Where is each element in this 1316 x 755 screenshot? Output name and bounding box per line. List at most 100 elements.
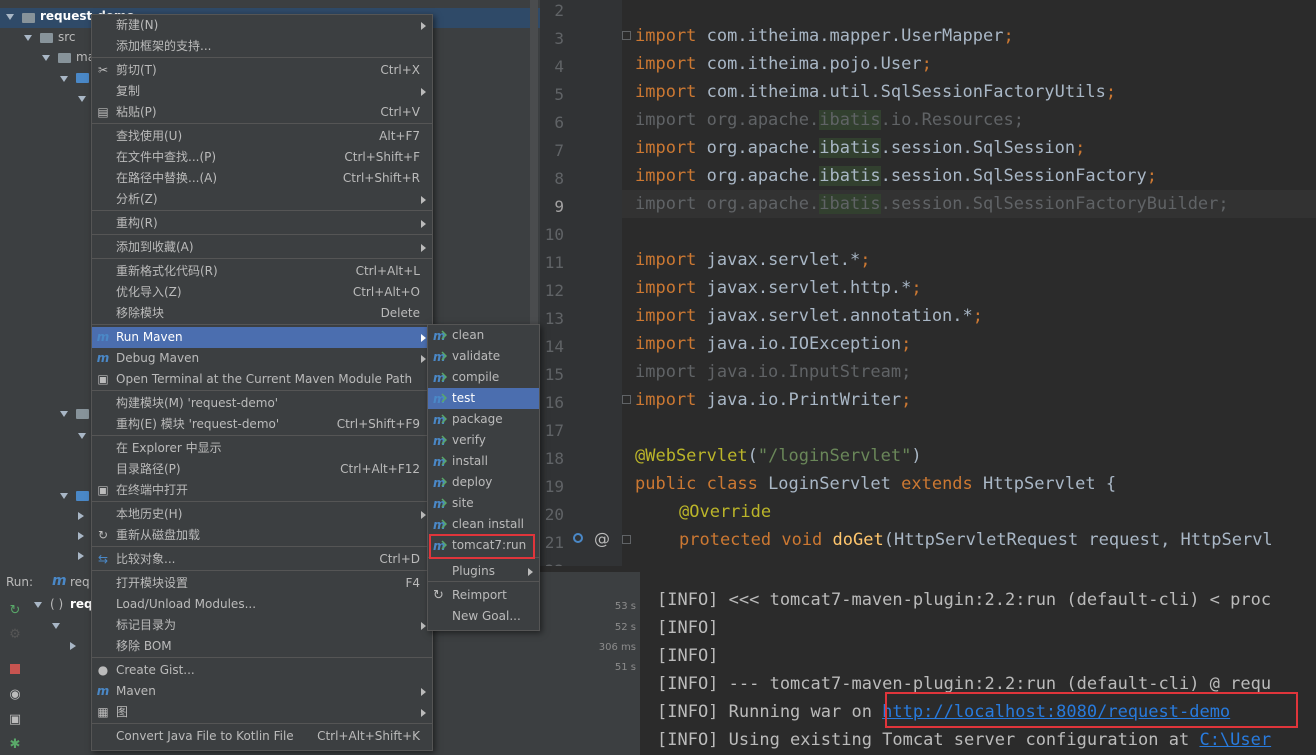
menu-item[interactable]: ▤ 粘贴(P) Ctrl+V	[92, 102, 432, 123]
menu-item[interactable]: 在 Explorer 中显示	[92, 438, 432, 459]
maven-goal-item[interactable]: m clean install	[428, 514, 539, 535]
line-number: 4	[554, 57, 564, 76]
maven-goal-label: verify	[452, 433, 486, 447]
override-marker-icon[interactable]	[573, 533, 583, 543]
eye-icon[interactable]: ◉	[8, 688, 22, 702]
tree-item-src[interactable]: src	[58, 27, 76, 47]
menu-item-shortcut: Ctrl+Shift+F	[344, 150, 420, 164]
submenu-arrow-icon	[421, 220, 426, 228]
menu-item[interactable]: ● Create Gist...	[92, 660, 432, 681]
menu-item[interactable]: m Maven	[92, 681, 432, 702]
menu-item[interactable]: 添加框架的支持...	[92, 36, 432, 57]
expand-arrow-icon[interactable]	[24, 35, 32, 41]
rerun-icon[interactable]: ↻	[8, 604, 22, 618]
menu-item[interactable]: 移除 BOM	[92, 636, 432, 657]
menu-item[interactable]: 在路径中替换...(A) Ctrl+Shift+R	[92, 168, 432, 189]
menu-item[interactable]: 移除模块 Delete	[92, 303, 432, 324]
maven-goal-item[interactable]: m install	[428, 451, 539, 472]
menu-item[interactable]: 本地历史(H)	[92, 504, 432, 525]
maven-goal-item[interactable]: New Goal...	[428, 606, 539, 627]
menu-item-label: Debug Maven	[116, 351, 200, 365]
maven-goal-item[interactable]: ↻ Reimport	[428, 585, 539, 606]
terminal-icon: ▣	[97, 372, 109, 386]
expand-arrow-icon[interactable]	[6, 14, 14, 20]
menu-item[interactable]: 查找使用(U) Alt+F7	[92, 126, 432, 147]
expand-arrow-icon[interactable]	[78, 96, 86, 102]
run-status-icon: ( )	[50, 597, 64, 611]
debug-icon[interactable]: ⚙	[8, 628, 22, 642]
code-editor[interactable]: 2 3 4 5 6 7 8 9 10 11 12 13 14 15 16 17 18 19 20 21 22 impor…	[540, 0, 1316, 566]
menu-item[interactable]: 分析(Z)	[92, 189, 432, 210]
maven-goal-item[interactable]: m validate	[428, 346, 539, 367]
config-path-link[interactable]: C:\User	[1199, 730, 1271, 750]
maven-goal-icon: m	[433, 413, 447, 426]
svg-text:m: m	[433, 497, 446, 510]
menu-item-label: 重构(E) 模块 'request-demo'	[116, 417, 280, 431]
menu-item[interactable]: m Debug Maven	[92, 348, 432, 369]
settings-icon[interactable]: ✱	[8, 738, 22, 752]
menu-item[interactable]: 复制	[92, 81, 432, 102]
annotation-marker-icon[interactable]: @	[594, 529, 610, 548]
maven-goal-item[interactable]: m site	[428, 493, 539, 514]
menu-item[interactable]: 重新格式化代码(R) Ctrl+Alt+L	[92, 261, 432, 282]
run-config-tab[interactable]: req	[70, 575, 90, 589]
menu-item[interactable]: 打开模块设置 F4	[92, 573, 432, 594]
expand-arrow-icon[interactable]	[52, 623, 60, 629]
menu-item[interactable]: ✂ 剪切(T) Ctrl+X	[92, 60, 432, 81]
menu-item-shortcut: Ctrl+Alt+O	[352, 285, 420, 299]
menu-item[interactable]: 添加到收藏(A)	[92, 237, 432, 258]
menu-item[interactable]: 新建(N)	[92, 15, 432, 36]
maven-goal-item[interactable]: m test	[428, 388, 539, 409]
menu-separator	[92, 258, 432, 259]
menu-item[interactable]: 标记目录为	[92, 615, 432, 636]
maven-goal-item[interactable]: m verify	[428, 430, 539, 451]
menu-item[interactable]: 重构(E) 模块 'request-demo' Ctrl+Shift+F9	[92, 414, 432, 435]
menu-item[interactable]: 重构(R)	[92, 213, 432, 234]
line-number: 10	[544, 225, 564, 244]
collapse-arrow-icon[interactable]	[78, 532, 84, 540]
maven-goal-item[interactable]: m package	[428, 409, 539, 430]
menu-item[interactable]: ▣ 在终端中打开	[92, 480, 432, 501]
collapse-arrow-icon[interactable]	[78, 552, 84, 560]
collapse-arrow-icon[interactable]	[70, 642, 76, 650]
expand-arrow-icon[interactable]	[60, 493, 68, 499]
menu-item[interactable]: 在文件中查找...(P) Ctrl+Shift+F	[92, 147, 432, 168]
maven-goal-item[interactable]: m deploy	[428, 472, 539, 493]
fold-icon[interactable]	[622, 395, 631, 404]
submenu-arrow-icon	[421, 244, 426, 252]
camera-icon[interactable]: ▣	[8, 713, 22, 727]
menu-item[interactable]: ↻ 重新从磁盘加载	[92, 525, 432, 546]
expand-arrow-icon[interactable]	[34, 602, 42, 608]
maven-goal-item[interactable]: m compile	[428, 367, 539, 388]
fold-icon[interactable]	[622, 535, 631, 544]
menu-item[interactable]: ▦ 图	[92, 702, 432, 723]
console-line: [INFO]	[657, 618, 719, 638]
module-folder-icon	[22, 13, 35, 23]
menu-item-label: 分析(Z)	[116, 192, 158, 206]
project-scrollbar[interactable]	[530, 0, 538, 330]
submenu-arrow-icon	[528, 568, 533, 576]
maven-goal-item[interactable]: m clean	[428, 325, 539, 346]
maven-goal-icon: m	[433, 434, 447, 447]
expand-arrow-icon[interactable]	[42, 55, 50, 61]
menu-item[interactable]: 构建模块(M) 'request-demo'	[92, 393, 432, 414]
console-output[interactable]: [INFO] <<< tomcat7-maven-plugin:2.2:run …	[640, 586, 1316, 755]
fold-icon[interactable]	[622, 31, 631, 40]
expand-arrow-icon[interactable]	[78, 433, 86, 439]
line-number: 9	[554, 197, 564, 216]
code-line-3: import com.itheima.mapper.UserMapper;	[635, 26, 1014, 46]
menu-item[interactable]: 优化导入(Z) Ctrl+Alt+O	[92, 282, 432, 303]
menu-item[interactable]: 目录路径(P) Ctrl+Alt+F12	[92, 459, 432, 480]
line-number: 5	[554, 85, 564, 104]
menu-item[interactable]: ⇆ 比较对象... Ctrl+D	[92, 549, 432, 570]
stop-icon[interactable]	[8, 662, 22, 676]
menu-item[interactable]: Load/Unload Modules...	[92, 594, 432, 615]
maven-goal-label: Reimport	[452, 588, 507, 602]
menu-item[interactable]: Convert Java File to Kotlin File Ctrl+Alt…	[92, 726, 432, 747]
menu-item[interactable]: ▣ Open Terminal at the Current Maven Modu…	[92, 369, 432, 390]
maven-goal-item[interactable]: Plugins	[428, 561, 539, 582]
menu-item[interactable]: m Run Maven	[92, 327, 432, 348]
expand-arrow-icon[interactable]	[60, 411, 68, 417]
expand-arrow-icon[interactable]	[60, 76, 68, 82]
collapse-arrow-icon[interactable]	[78, 512, 84, 520]
